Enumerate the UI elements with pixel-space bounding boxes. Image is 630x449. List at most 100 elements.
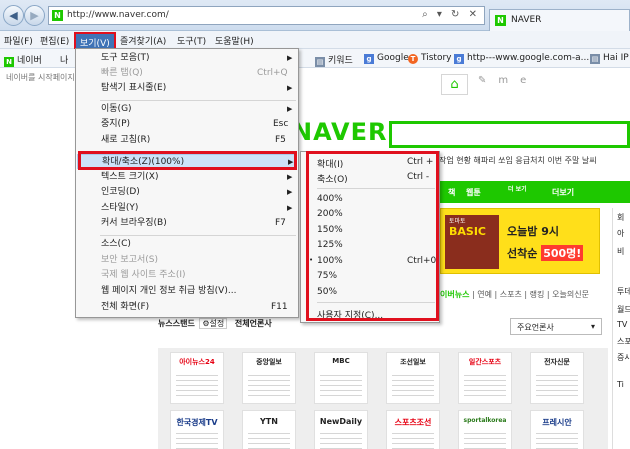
service-webtoon[interactable]: 웹툰 xyxy=(466,187,481,198)
zoom-400-item[interactable]: 400% xyxy=(317,194,343,204)
press-tile[interactable]: 중앙일보 xyxy=(242,352,296,404)
zoom-out-item[interactable]: 축소(O) xyxy=(317,172,348,185)
submenu-arrow-icon: ▶ xyxy=(287,173,293,181)
ad-banner[interactable]: 토마토 BASIC 오늘밤 9시 선착순 500명! xyxy=(440,208,600,274)
service-more[interactable]: 더보기 xyxy=(552,187,574,198)
menu-item-caret-browsing[interactable]: 커서 브라우징(B) F7 xyxy=(77,216,297,231)
zoom-100-shortcut: Ctrl+0 xyxy=(407,256,437,266)
press-tile[interactable]: YTN xyxy=(242,410,296,449)
tab-naver[interactable]: N NAVER xyxy=(489,9,630,31)
menu-item-intl-address[interactable]: 국제 웹 사이트 주소(I) xyxy=(77,268,297,283)
right-item[interactable]: 월드 xyxy=(617,304,630,315)
menu-item-stop[interactable]: 중지(P) Esc xyxy=(77,117,297,132)
right-item[interactable]: 증시 xyxy=(617,352,630,363)
press-tile[interactable]: 조선일보 xyxy=(386,352,440,404)
home-icon[interactable]: ⌂ xyxy=(441,74,468,95)
right-item[interactable]: Ti xyxy=(617,380,624,389)
menu-file[interactable]: 파일(F) xyxy=(4,34,33,47)
right-column: 회 아 비 투데 월드 TV 스포 증시 Ti xyxy=(612,208,630,449)
favorite-google[interactable]: g Google xyxy=(364,53,409,64)
submenu-arrow-icon: ▶ xyxy=(287,84,293,92)
search-input[interactable] xyxy=(389,121,630,148)
newsstand-title[interactable]: 뉴스스탠드 xyxy=(158,319,195,328)
favorite-google-url[interactable]: g http---www.google.com-a... xyxy=(454,53,589,64)
submenu-arrow-icon: ▶ xyxy=(287,54,293,62)
right-item[interactable]: 투데 xyxy=(617,286,630,297)
menu-edit[interactable]: 편집(E) xyxy=(40,34,69,47)
zoom-125-item[interactable]: 125% xyxy=(317,240,343,250)
right-item[interactable]: TV xyxy=(617,320,627,329)
naver-logo[interactable]: NAVER xyxy=(292,118,387,146)
zoom-200-item[interactable]: 200% xyxy=(317,209,343,219)
submenu-arrow-icon: ▶ xyxy=(287,105,293,113)
page-icon: ▤ xyxy=(590,54,600,64)
zoom-custom-item[interactable]: 사용자 지정(C)... xyxy=(317,308,383,321)
favorite-keyword[interactable]: ▤ 키워드 xyxy=(315,53,353,67)
menu-help[interactable]: 도움말(H) xyxy=(215,34,254,47)
zoom-75-item[interactable]: 75% xyxy=(317,271,337,281)
search-refresh-stop-icons[interactable]: ⌕ ▾ ↻ ✕ xyxy=(422,9,480,20)
press-grid: 아이뉴스24 중앙일보 MBC 조선일보 일간스포츠 전자신문 한국경제TV Y… xyxy=(158,348,608,449)
menu-item-go-to[interactable]: 이동(G) ▶ xyxy=(77,102,297,117)
favorite-naver[interactable]: N 네이버 xyxy=(4,53,42,67)
site-favicon-icon: N xyxy=(52,10,63,21)
back-button[interactable]: ◀ xyxy=(3,5,24,26)
press-tile[interactable]: 한국경제TV xyxy=(170,410,224,449)
menu-tools[interactable]: 도구(T) xyxy=(177,34,206,47)
menu-item-source[interactable]: 소스(C) xyxy=(77,237,297,252)
menu-item-zoom[interactable]: 확대/축소(Z)(100%) ▶ xyxy=(77,154,297,169)
favorite-hai-ip[interactable]: ▤ Hai IP xyxy=(590,53,629,64)
url-text: http://www.naver.com/ xyxy=(67,10,169,20)
menu-item-encoding[interactable]: 인코딩(D) ▶ xyxy=(77,185,297,200)
tab-sports[interactable]: 스포츠 xyxy=(500,290,522,299)
menu-favorites[interactable]: 즐겨찾기(A) xyxy=(120,34,166,47)
press-tile[interactable]: 일간스포츠 xyxy=(458,352,512,404)
menu-item-explorer-bars[interactable]: 탐색기 표시줄(E) ▶ xyxy=(77,81,297,96)
menu-bar: 파일(F) 편집(E) 보기(V) 즐겨찾기(A) 도구(T) 도움말(H) xyxy=(0,31,630,54)
service-more-small[interactable]: 더 보기 xyxy=(508,184,527,193)
zoom-50-item[interactable]: 50% xyxy=(317,287,337,297)
tab-entertainment[interactable]: 연예 xyxy=(477,290,492,299)
press-sort-dropdown[interactable]: 주요언론사 ▾ xyxy=(510,318,602,335)
all-press-link[interactable]: 전체언론사 xyxy=(235,319,272,328)
settings-chip[interactable]: ⚙설정 xyxy=(199,318,228,329)
menu-separator xyxy=(100,151,296,152)
right-item[interactable]: 아 xyxy=(617,228,624,239)
menu-item-privacy-policy[interactable]: 웹 페이지 개인 정보 취급 방침(V)... xyxy=(77,284,297,299)
menu-item-style[interactable]: 스타일(Y) ▶ xyxy=(77,201,297,216)
tab-news[interactable]: 이버뉴스 xyxy=(440,290,469,299)
menu-item-full-screen[interactable]: 전체 화면(F) F11 xyxy=(77,300,297,315)
top-icons[interactable]: ✎me xyxy=(478,75,538,86)
menu-item-text-size[interactable]: 텍스트 크기(X) ▶ xyxy=(77,170,297,185)
menu-item-security-report[interactable]: 보안 보고서(S) xyxy=(77,253,297,268)
tab-ranking[interactable]: 랭킹 xyxy=(530,290,545,299)
favorite-tistory[interactable]: T Tistory xyxy=(408,53,451,64)
zoom-in-item[interactable]: 확대(I) xyxy=(317,157,343,170)
tab-todays-paper[interactable]: 오늘의신문 xyxy=(552,290,589,299)
hot-keywords[interactable]: 작업 현황 해파리 쏘임 응급처치 이번 주말 날씨 xyxy=(439,155,597,166)
zoom-150-item[interactable]: 150% xyxy=(317,225,343,235)
service-book[interactable]: 책 xyxy=(448,187,455,198)
right-item[interactable]: 비 xyxy=(617,246,624,257)
menu-item-quick-tabs[interactable]: 빠른 탭(Q) Ctrl+Q xyxy=(77,66,297,81)
favorite-partial[interactable]: 나 xyxy=(60,53,68,66)
press-tile[interactable]: 전자신문 xyxy=(530,352,584,404)
submenu-arrow-icon: ▶ xyxy=(287,204,293,212)
newsstand-header: 뉴스스탠드 ⚙설정 전체언론사 xyxy=(158,318,272,329)
url-input[interactable]: N http://www.naver.com/ ⌕ ▾ ↻ ✕ xyxy=(48,6,485,25)
menu-item-refresh[interactable]: 새로 고침(R) F5 xyxy=(77,133,297,148)
zoom-100-item[interactable]: 100% xyxy=(317,256,343,266)
news-section-tabs: 이버뉴스 | 연예 | 스포츠 | 랭킹 | 오늘의신문 xyxy=(440,290,589,299)
press-tile[interactable]: MBC xyxy=(314,352,368,404)
press-tile[interactable]: NewDaily xyxy=(314,410,368,449)
submenu-arrow-icon: ▶ xyxy=(288,158,294,166)
menu-item-toolbars[interactable]: 도구 모음(T) ▶ xyxy=(77,51,297,66)
press-tile[interactable]: 스포츠조선 xyxy=(386,410,440,449)
press-tile[interactable]: 프레시안 xyxy=(530,410,584,449)
set-homepage-link[interactable]: 네이버를 시작페이지로 xyxy=(6,72,82,83)
right-item[interactable]: 회 xyxy=(617,212,624,223)
right-item[interactable]: 스포 xyxy=(617,336,630,347)
press-tile[interactable]: sportalkorea xyxy=(458,410,512,449)
press-tile[interactable]: 아이뉴스24 xyxy=(170,352,224,404)
forward-button[interactable]: ▶ xyxy=(24,5,45,26)
